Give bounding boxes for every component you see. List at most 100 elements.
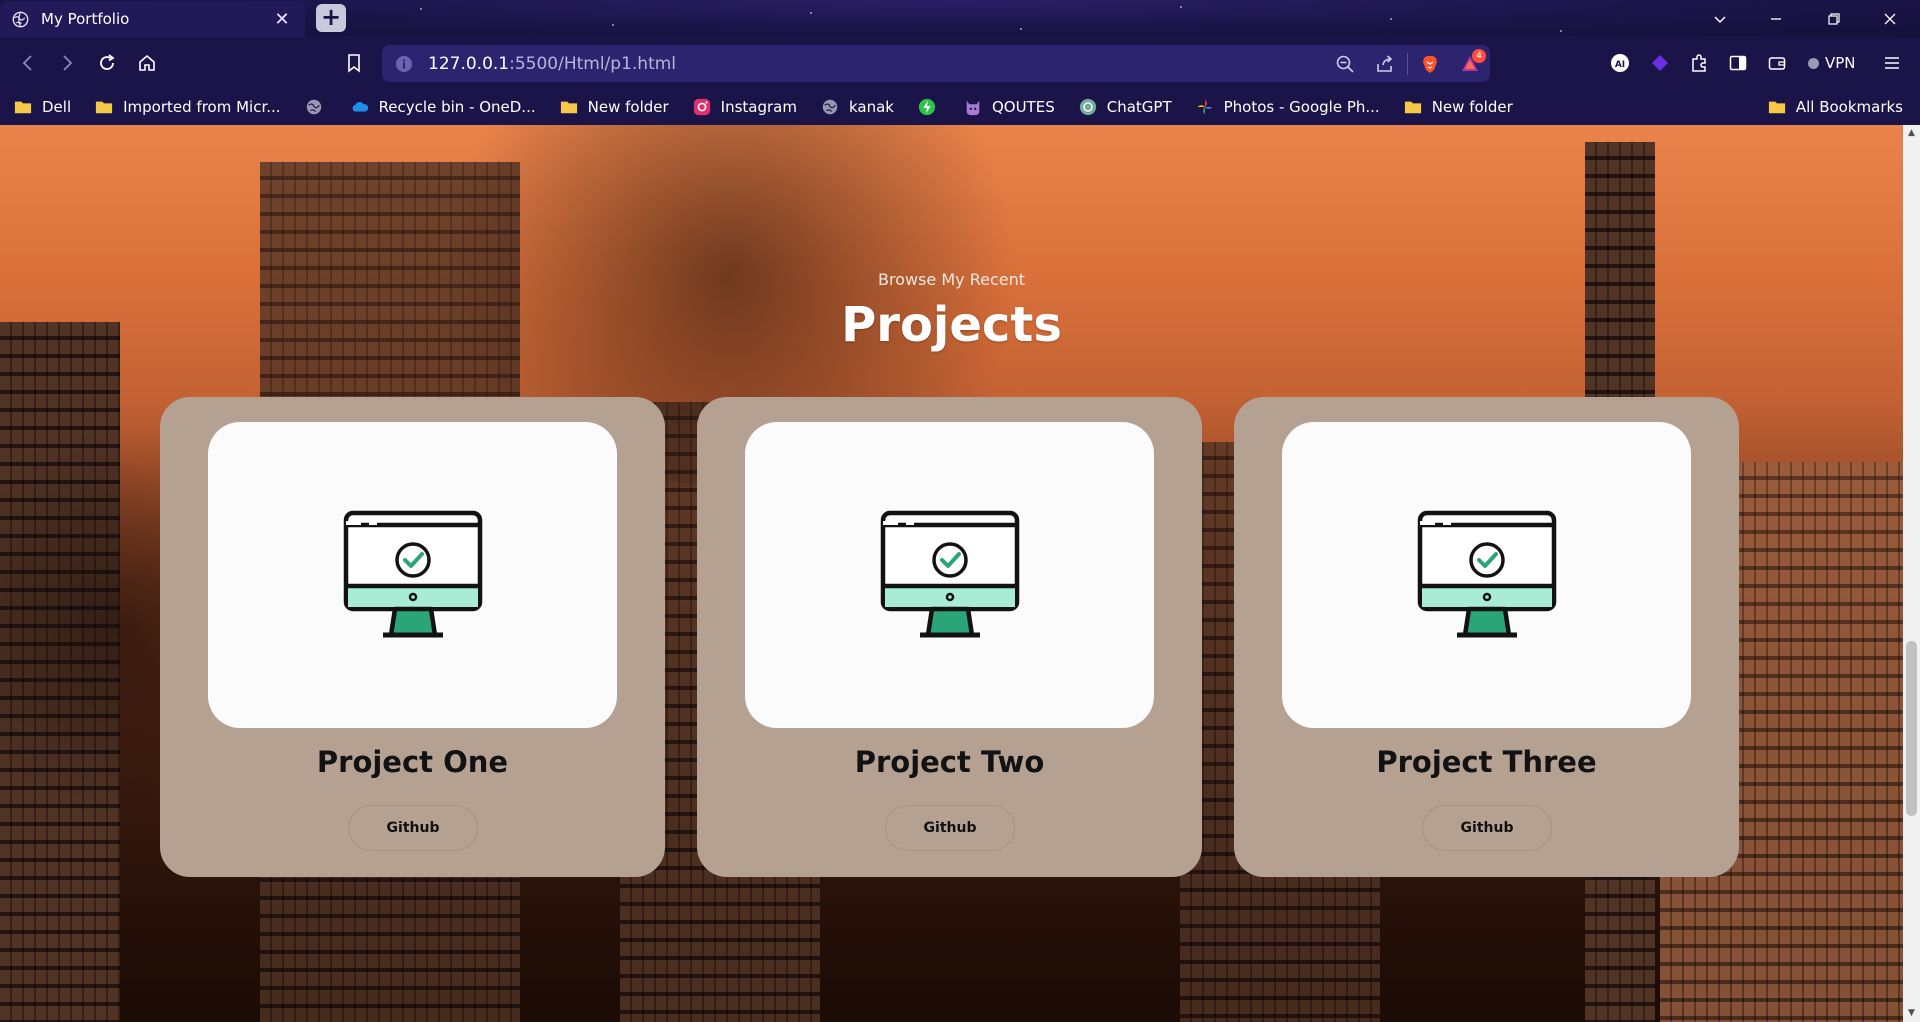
- project-thumbnail: [208, 422, 617, 728]
- bookmark-imported[interactable]: Imported from Micr...: [95, 97, 281, 116]
- reload-button[interactable]: [91, 47, 123, 79]
- tab-my-portfolio[interactable]: My Portfolio ✕: [0, 1, 305, 37]
- project-title: Project One: [316, 745, 509, 779]
- bookmark-bolt[interactable]: [918, 98, 946, 116]
- project-card: Project Two Github: [697, 397, 1202, 877]
- back-button[interactable]: [12, 47, 44, 79]
- close-tab-icon[interactable]: ✕: [271, 9, 293, 30]
- folder-icon: [560, 101, 577, 113]
- sidebar-toggle-button[interactable]: [1722, 47, 1754, 79]
- github-button[interactable]: Github: [348, 805, 478, 851]
- bookmark-label: Instagram: [720, 97, 797, 116]
- wallet-button[interactable]: [1761, 47, 1793, 79]
- monitor-check-icon: [880, 510, 1019, 638]
- diamond-icon: [1652, 55, 1668, 71]
- bookmark-new-folder[interactable]: New folder: [560, 98, 669, 116]
- sidebar-icon: [1729, 55, 1747, 71]
- wallet-icon: [1768, 57, 1786, 70]
- home-icon: [139, 54, 155, 71]
- project-title: Project Three: [1376, 745, 1597, 779]
- vpn-button[interactable]: VPN: [1808, 50, 1856, 76]
- bookmark-icon: [348, 54, 360, 73]
- github-button[interactable]: Github: [1422, 805, 1552, 851]
- main-menu-button[interactable]: [1876, 47, 1908, 79]
- alerts-badge: 4: [1472, 49, 1486, 63]
- puzzle-icon: [1692, 54, 1706, 72]
- bookmark-label: Dell: [42, 97, 72, 116]
- pinwheel-icon: [1197, 99, 1212, 114]
- minimize-icon: [1771, 17, 1781, 20]
- restore-icon: [1828, 12, 1840, 25]
- extensions-menu-button[interactable]: [1683, 47, 1715, 79]
- divider: [1407, 52, 1408, 75]
- minimize-button[interactable]: [1748, 0, 1804, 37]
- brave-rewards-button[interactable]: 4: [1450, 45, 1490, 82]
- title-bar: My Portfolio ✕ +: [0, 0, 1920, 37]
- scroll-up-arrow-icon[interactable]: ▲: [1903, 125, 1920, 142]
- bookmark-google-photos[interactable]: Photos - Google Ph...: [1196, 98, 1380, 116]
- bookmark-qoutes[interactable]: QOUTES: [964, 98, 1055, 116]
- bookmark-page-button[interactable]: [338, 47, 370, 79]
- bookmark-recycle-bin[interactable]: Recycle bin - OneD...: [351, 98, 536, 116]
- home-button[interactable]: [131, 47, 163, 79]
- hamburger-menu-icon: [1885, 57, 1899, 69]
- scrollbar-thumb[interactable]: [1906, 641, 1917, 816]
- address-bar[interactable]: 127.0.0.1:5500/Html/p1.html 4: [382, 45, 1490, 82]
- globe-icon: [12, 11, 29, 27]
- bookmark-chatgpt[interactable]: ChatGPT: [1079, 98, 1172, 116]
- arrow-right-icon: [63, 55, 73, 71]
- project-card: Project Three Github: [1234, 397, 1739, 877]
- tab-search-button[interactable]: [1692, 0, 1748, 37]
- bookmark-dell[interactable]: Dell: [14, 98, 71, 116]
- monitor-check-icon: [1417, 510, 1556, 638]
- folder-icon: [96, 101, 113, 113]
- share-button[interactable]: [1365, 45, 1405, 82]
- star-decoration: [1180, 6, 1182, 8]
- github-button[interactable]: Github: [885, 805, 1015, 851]
- svg-text:AI: AI: [1615, 60, 1625, 70]
- bookmark-label: ChatGPT: [1106, 97, 1172, 116]
- share-icon: [1377, 54, 1393, 72]
- reload-icon: [100, 54, 115, 70]
- all-bookmarks-folder[interactable]: All Bookmarks: [1768, 88, 1903, 125]
- bookmark-instagram[interactable]: Instagram: [693, 98, 797, 116]
- bookmark-label: Photos - Google Ph...: [1223, 97, 1380, 116]
- vpn-label: VPN: [1825, 54, 1856, 72]
- bookmark-new-folder-2[interactable]: New folder: [1404, 98, 1513, 116]
- ai-assistant-button[interactable]: AI: [1604, 47, 1636, 79]
- new-tab-button[interactable]: +: [316, 4, 346, 32]
- zoom-button[interactable]: [1325, 45, 1365, 82]
- vpn-status-dot: [1808, 57, 1819, 69]
- url-text[interactable]: 127.0.0.1:5500/Html/p1.html: [428, 54, 676, 74]
- url-path: :5500/Html/p1.html: [509, 53, 677, 74]
- page-scrollbar[interactable]: ▲ ▼: [1903, 125, 1920, 1022]
- globe-icon: [306, 99, 321, 114]
- bookmark-globe[interactable]: [305, 98, 333, 116]
- project-thumbnail: [745, 422, 1154, 728]
- star-decoration: [1560, 30, 1562, 32]
- bookmark-label: Recycle bin - OneD...: [378, 97, 536, 116]
- folder-icon: [1768, 101, 1785, 113]
- tab-title: My Portfolio: [41, 10, 130, 28]
- folder-icon: [1404, 101, 1421, 113]
- url-host: 127.0.0.1: [428, 53, 510, 74]
- extension-button[interactable]: [1644, 47, 1676, 79]
- bookmark-label: Imported from Micr...: [123, 97, 281, 116]
- folder-icon: [14, 101, 32, 113]
- restore-button[interactable]: [1806, 0, 1862, 37]
- project-title: Project Two: [854, 745, 1045, 779]
- scroll-down-arrow-icon[interactable]: ▼: [1903, 1005, 1920, 1022]
- instagram-icon: [693, 98, 710, 115]
- bookmark-kanak[interactable]: kanak: [821, 98, 894, 116]
- section-title: Projects: [841, 297, 1062, 353]
- page-viewport: Browse My Recent Projects Project One Gi…: [0, 125, 1903, 1022]
- chevron-down-icon: [1714, 15, 1726, 23]
- navigation-bar: 127.0.0.1:5500/Html/p1.html 4 AI VPN: [0, 37, 1920, 88]
- site-info-icon[interactable]: [394, 54, 414, 74]
- globe-icon: [822, 99, 838, 114]
- project-card: Project One Github: [160, 397, 665, 877]
- brave-shields-button[interactable]: [1410, 45, 1450, 82]
- bookmark-label: kanak: [848, 97, 894, 116]
- forward-button[interactable]: [51, 47, 83, 79]
- close-window-button[interactable]: [1862, 0, 1918, 37]
